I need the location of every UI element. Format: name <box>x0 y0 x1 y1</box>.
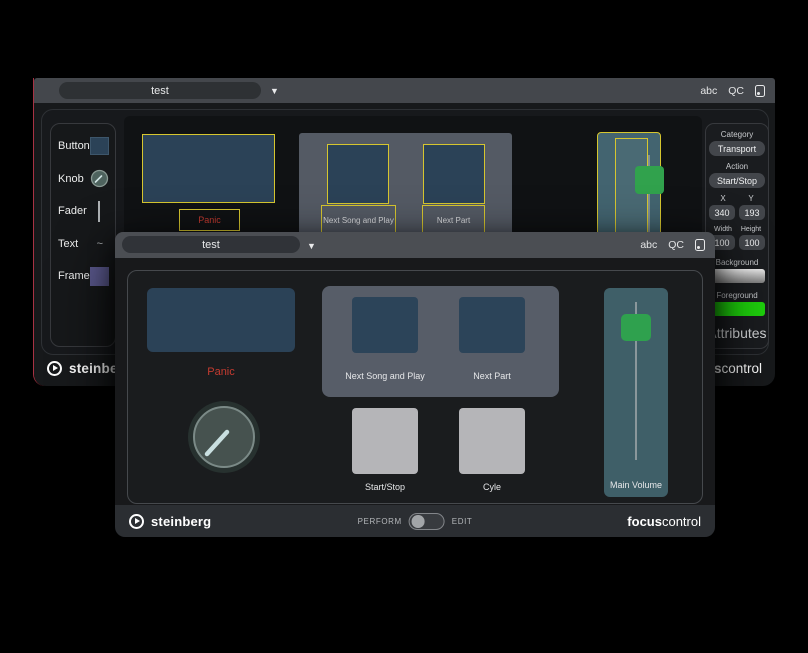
palette-item-knob[interactable]: Knob <box>58 169 109 189</box>
palette-label: Knob <box>58 173 84 185</box>
fader-handle[interactable] <box>635 166 664 194</box>
palette-item-fader[interactable]: Fader <box>58 201 109 221</box>
category-select[interactable]: Transport <box>709 141 765 156</box>
x-label: X <box>709 194 737 203</box>
lock-icon[interactable] <box>695 239 705 251</box>
background-color-picker[interactable] <box>709 269 765 283</box>
start-stop-button[interactable] <box>352 408 418 474</box>
next-part-button[interactable] <box>459 297 525 353</box>
palette-item-frame[interactable]: Frame <box>58 266 109 286</box>
panic-label: Panic <box>147 366 295 378</box>
palette-label: Text <box>58 238 78 250</box>
panic-button[interactable] <box>147 288 295 352</box>
preset-value: test <box>202 239 220 251</box>
product-name: focuscontrol <box>627 514 701 529</box>
height-label: Height <box>737 226 765 233</box>
preset-value: test <box>151 85 169 97</box>
category-label: Category <box>721 130 753 139</box>
palette-label: Fader <box>58 205 87 217</box>
brand: steinberg <box>129 514 211 529</box>
xy-labels: X Y <box>709 194 765 203</box>
next-song-button[interactable] <box>352 297 418 353</box>
canvas-panic-button[interactable] <box>142 134 275 203</box>
main-volume-fader[interactable]: Main Volume <box>604 288 668 497</box>
canvas-next-part-button[interactable] <box>423 144 485 204</box>
main-volume-label: Main Volume <box>604 480 668 490</box>
chevron-down-icon[interactable]: ▼ <box>307 241 316 251</box>
button-swatch-icon <box>90 137 109 155</box>
action-select[interactable]: Start/Stop <box>709 173 765 188</box>
perform-window: test ▼ abc QC Panic Next Song and Play <box>115 232 715 537</box>
size-values: 100 100 <box>709 235 765 250</box>
canvas-panic-label[interactable]: Panic <box>179 209 240 231</box>
palette-label: Button <box>58 140 90 152</box>
background-label: Background <box>716 258 759 267</box>
preset-selector[interactable]: test <box>122 236 300 253</box>
foreground-color-picker[interactable] <box>709 302 765 316</box>
lock-icon[interactable] <box>755 85 765 97</box>
size-labels: Width Height <box>709 226 765 233</box>
steinberg-logo-icon <box>129 514 144 529</box>
edit-mode-label: EDIT <box>452 517 473 526</box>
mode-toggle[interactable] <box>409 513 445 530</box>
x-value-field[interactable]: 340 <box>709 205 735 220</box>
canvas-next-song-button[interactable] <box>327 144 389 204</box>
cycle-button[interactable] <box>459 408 525 474</box>
foreground-label: Foreground <box>716 291 757 300</box>
perform-footer: steinberg PERFORM EDIT focuscontrol <box>115 505 715 537</box>
qc-tool-button[interactable]: QC <box>668 239 684 251</box>
screen: test ▼ abc QC Button Knob <box>0 0 808 653</box>
palette-item-button[interactable]: Button <box>58 136 109 156</box>
frame-swatch-icon <box>90 267 109 286</box>
abc-tool-button[interactable]: abc <box>700 85 717 97</box>
attributes-title: Attributes <box>707 325 766 341</box>
toggle-knob[interactable] <box>412 515 425 528</box>
titlebar-tools: abc QC <box>640 232 705 258</box>
canvas-volume-fader[interactable] <box>597 132 661 244</box>
qc-tool-button[interactable]: QC <box>728 85 744 97</box>
perform-body: Panic Next Song and Play Next Part Start… <box>115 258 715 505</box>
control-knob[interactable] <box>186 399 262 475</box>
next-part-label: Next Part <box>441 371 543 381</box>
next-song-label: Next Song and Play <box>334 371 436 381</box>
palette-item-text[interactable]: Text ~ <box>58 234 109 254</box>
fader-line-icon <box>98 201 100 222</box>
xy-values: 340 193 <box>709 205 765 220</box>
y-value-field[interactable]: 193 <box>739 205 765 220</box>
y-label: Y <box>737 194 765 203</box>
edit-titlebar: test ▼ abc QC <box>34 78 775 103</box>
perform-titlebar: test ▼ abc QC <box>115 232 715 258</box>
fader-handle[interactable] <box>621 314 651 341</box>
width-label: Width <box>709 226 737 233</box>
palette-label: Frame <box>58 270 90 282</box>
steinberg-logo-icon <box>47 361 62 376</box>
knob-icon <box>90 169 109 188</box>
preset-selector[interactable]: test <box>59 82 261 99</box>
text-mark-icon: ~ <box>97 240 103 248</box>
cycle-label: Cyle <box>459 482 525 492</box>
height-value-field[interactable]: 100 <box>739 235 765 250</box>
titlebar-tools: abc QC <box>700 78 765 103</box>
palette-panel: Button Knob Fader <box>50 123 116 347</box>
abc-tool-button[interactable]: abc <box>640 239 657 251</box>
mode-switch: PERFORM EDIT <box>358 505 473 537</box>
fader-track-region[interactable] <box>615 138 648 240</box>
brand-name: steinberg <box>151 514 211 529</box>
transport-frame: Next Song and Play Next Part <box>322 286 559 397</box>
action-label: Action <box>726 162 748 171</box>
chevron-down-icon[interactable]: ▼ <box>270 86 279 96</box>
start-stop-label: Start/Stop <box>352 482 418 492</box>
perform-mode-label: PERFORM <box>358 517 402 526</box>
